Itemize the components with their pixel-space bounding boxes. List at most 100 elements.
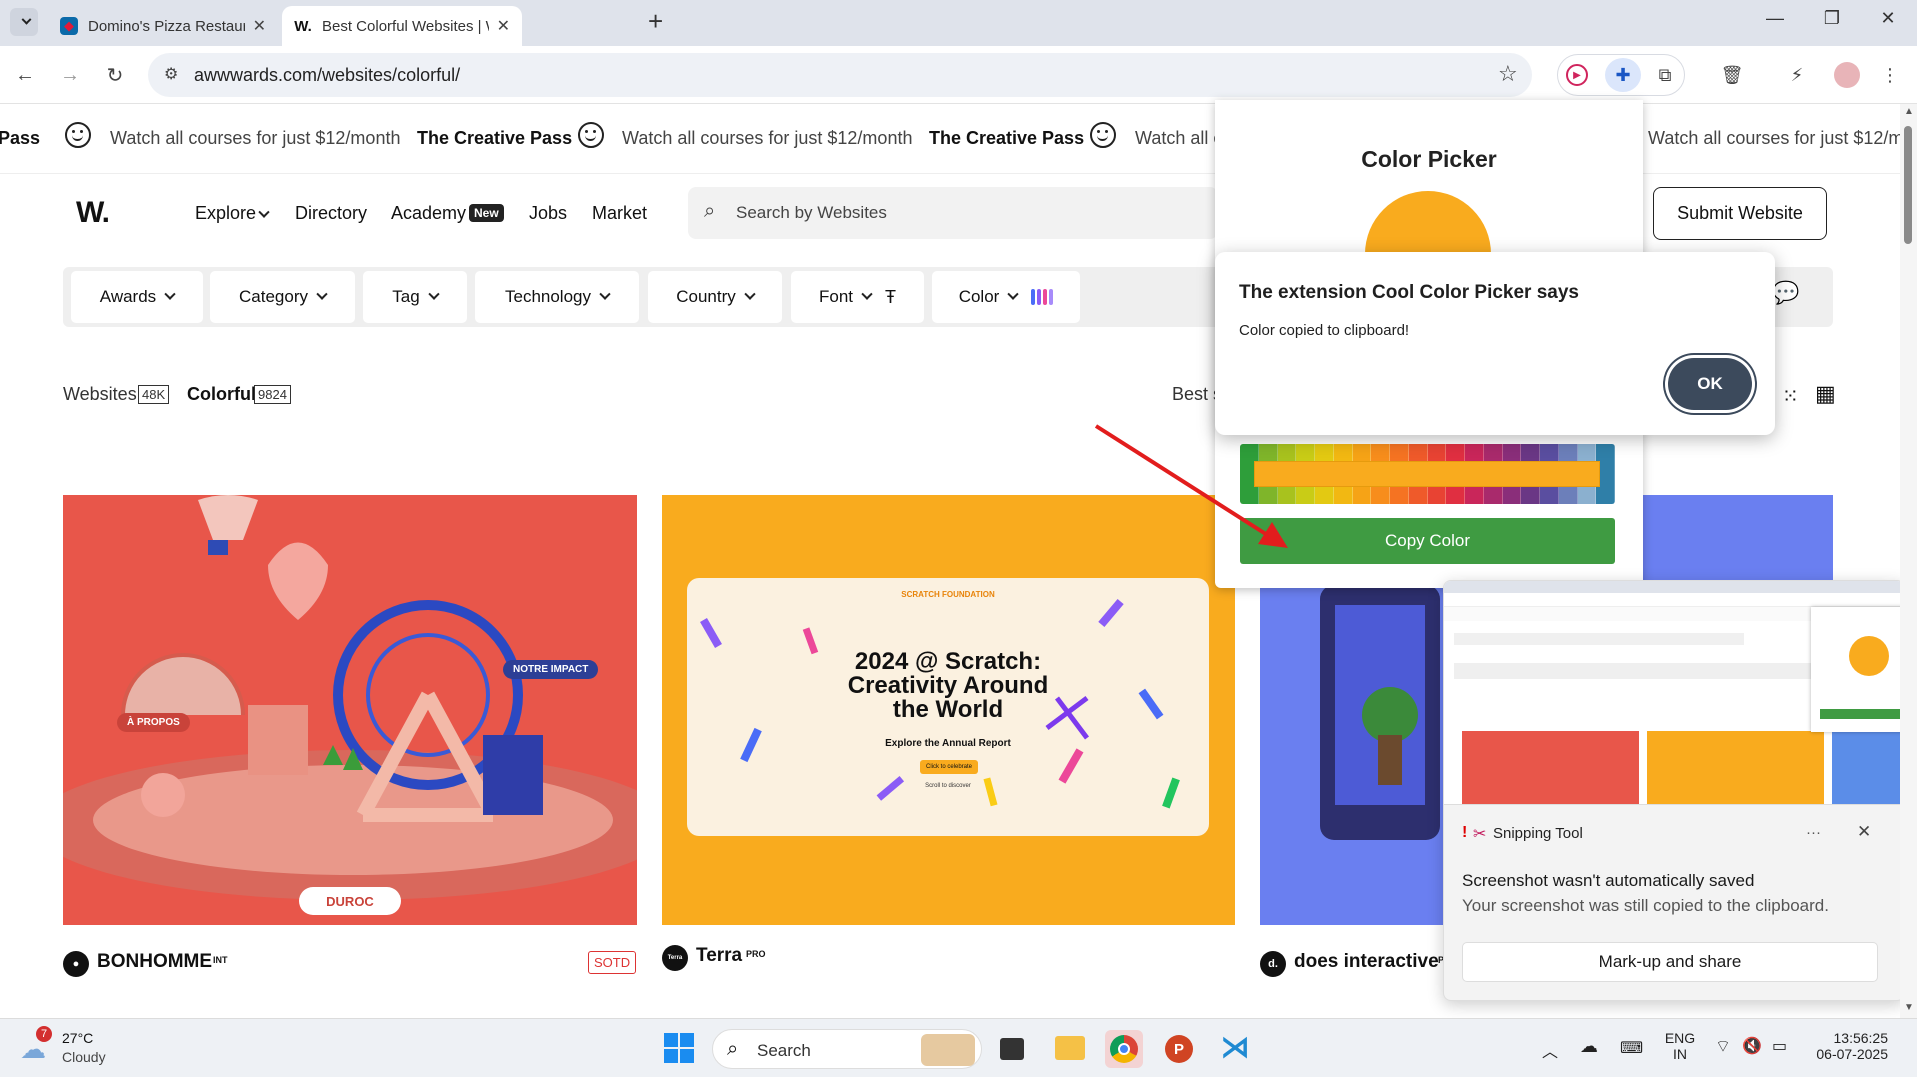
record-extension-icon[interactable]: ▶ xyxy=(1562,60,1592,90)
palette-swatch[interactable] xyxy=(1558,484,1578,504)
address-bar[interactable]: ⚙ awwwards.com/websites/colorful/ ☆ xyxy=(148,53,1532,97)
task-view-icon[interactable] xyxy=(1000,1038,1024,1060)
markup-and-share-button[interactable]: Mark-up and share xyxy=(1462,942,1878,982)
palette-swatch[interactable] xyxy=(1296,484,1315,504)
close-window-icon[interactable]: ✕ xyxy=(1873,8,1903,29)
new-tab-button[interactable]: + xyxy=(648,6,663,37)
site-name-does-interactive[interactable]: does interactive xyxy=(1294,951,1439,973)
awwwards-logo[interactable]: W. xyxy=(76,196,110,230)
keyboard-icon[interactable]: ⌨ xyxy=(1620,1038,1643,1058)
palette-swatch[interactable] xyxy=(1277,484,1297,504)
minimize-icon[interactable]: — xyxy=(1760,8,1790,29)
websites-label[interactable]: Websites xyxy=(63,384,137,405)
filter-country[interactable]: Country xyxy=(648,271,782,323)
bookmark-star-icon[interactable]: ☆ xyxy=(1498,61,1518,87)
weather-temp: 27°C xyxy=(62,1030,94,1046)
nav-directory[interactable]: Directory xyxy=(295,203,367,224)
palette-swatch[interactable] xyxy=(1483,484,1503,504)
site-info-icon[interactable]: ⚙ xyxy=(164,64,178,84)
filter-technology[interactable]: Technology xyxy=(475,271,639,323)
forward-icon[interactable]: → xyxy=(55,60,85,90)
clock[interactable]: 13:56:25 06-07-2025 xyxy=(1808,1030,1888,1062)
palette-swatch[interactable] xyxy=(1465,484,1484,504)
palette-swatch[interactable] xyxy=(1371,484,1390,504)
palette-swatch[interactable] xyxy=(1540,484,1559,504)
filter-label: Country xyxy=(676,287,736,306)
palette-swatch[interactable] xyxy=(1427,484,1447,504)
wifi-icon[interactable]: ⌔ xyxy=(1715,1036,1731,1057)
avatar[interactable]: Terra xyxy=(662,945,688,971)
avatar[interactable] xyxy=(1832,60,1862,90)
palette-swatch[interactable] xyxy=(1577,484,1597,504)
extensions-icon[interactable]: ⧉ xyxy=(1650,60,1680,90)
filter-color[interactable]: Color xyxy=(932,271,1080,323)
avatar[interactable]: d. xyxy=(1260,951,1286,977)
filter-category[interactable]: Category xyxy=(210,271,355,323)
palette-swatch[interactable] xyxy=(1596,484,1615,504)
palette-swatch[interactable] xyxy=(1446,484,1465,504)
palette-swatch[interactable] xyxy=(1408,484,1428,504)
tray-overflow-icon[interactable]: ︿ xyxy=(1542,1038,1558,1062)
file-explorer-icon[interactable] xyxy=(1055,1036,1085,1060)
taskbar-search[interactable]: ⌕ Search xyxy=(712,1029,982,1069)
palette-swatch[interactable] xyxy=(1390,484,1409,504)
site-card-terra[interactable]: SCRATCH FOUNDATION 2024 @ Scratch: Creat… xyxy=(662,495,1235,925)
vscode-icon[interactable]: ⋊ xyxy=(1220,1033,1250,1063)
palette-swatch[interactable] xyxy=(1315,484,1334,504)
onedrive-icon[interactable]: ☁ xyxy=(1580,1036,1598,1057)
close-notification-icon[interactable]: ✕ xyxy=(1857,822,1871,842)
site-card-bonhomme[interactable]: À PROPOS NOTRE IMPACT DUROC xyxy=(63,495,637,925)
palette-swatch[interactable] xyxy=(1240,484,1259,504)
performance-icon[interactable]: ⚡ xyxy=(1782,60,1812,90)
puzzle-extension-icon[interactable]: ✚ xyxy=(1605,58,1641,92)
battery-icon[interactable]: ▭ xyxy=(1772,1036,1787,1056)
avatar[interactable]: ● xyxy=(63,951,89,977)
palette-swatch[interactable] xyxy=(1521,484,1540,504)
close-tab-icon[interactable]: ✕ xyxy=(497,16,510,36)
filter-label: Color xyxy=(958,287,1000,306)
colorful-label[interactable]: Colorful xyxy=(187,384,256,405)
chrome-icon[interactable] xyxy=(1105,1030,1143,1068)
filter-awards[interactable]: Awards xyxy=(71,271,203,323)
site-name-bonhomme[interactable]: BONHOMME xyxy=(97,951,212,973)
back-icon[interactable]: ← xyxy=(10,60,40,90)
chat-icon[interactable]: 💬 xyxy=(1772,280,1799,306)
nav-explore[interactable]: Explore xyxy=(195,203,270,224)
tab-awwwards[interactable]: W. Best Colorful Websites | Web De ✕ xyxy=(282,6,522,46)
snipping-tool-notification xyxy=(1443,580,1905,1001)
scroll-down-icon[interactable]: ▼ xyxy=(1904,1002,1914,1013)
more-options-icon[interactable]: ··· xyxy=(1806,824,1821,841)
nav-market[interactable]: Market xyxy=(592,203,647,224)
filter-tag[interactable]: Tag xyxy=(363,271,467,323)
palette-swatch[interactable] xyxy=(1352,484,1372,504)
language-indicator[interactable]: ENG IN xyxy=(1662,1030,1698,1062)
tab-dominos[interactable]: ◆ Domino's Pizza Restaurant Near ✕ xyxy=(48,6,278,46)
scrollbar-thumb[interactable] xyxy=(1904,126,1912,244)
tab-search-dropdown[interactable] xyxy=(10,8,38,36)
palette-swatch[interactable] xyxy=(1333,484,1353,504)
close-tab-icon[interactable]: ✕ xyxy=(253,16,266,36)
volume-muted-icon[interactable]: 🔇 xyxy=(1742,1036,1762,1056)
site-search-input[interactable]: ⌕ Search by Websites xyxy=(688,187,1218,239)
nav-jobs[interactable]: Jobs xyxy=(529,203,567,224)
site-name-terra[interactable]: Terra xyxy=(696,945,742,967)
menu-kebab-icon[interactable]: ⋮ xyxy=(1875,60,1905,90)
submit-website-button[interactable]: Submit Website xyxy=(1653,187,1827,240)
grid-small-icon[interactable]: ⁙ xyxy=(1782,384,1799,409)
filter-font[interactable]: Font Ŧ xyxy=(791,271,924,323)
screenshot-thumbnail[interactable] xyxy=(1444,581,1904,805)
powerpoint-icon[interactable]: P xyxy=(1165,1035,1193,1063)
color-palette[interactable] xyxy=(1240,444,1615,504)
restore-icon[interactable]: ❐ xyxy=(1817,8,1847,29)
delete-icon[interactable]: 🗑 xyxy=(1717,60,1747,90)
start-button[interactable] xyxy=(664,1033,694,1063)
weather-widget[interactable]: ☁ 7 27°C Cloudy xyxy=(18,1024,128,1072)
scroll-up-icon[interactable]: ▲ xyxy=(1904,106,1914,117)
reload-icon[interactable]: ↻ xyxy=(100,60,130,90)
ok-button[interactable]: OK xyxy=(1668,358,1752,410)
copy-color-button[interactable]: Copy Color xyxy=(1240,518,1615,564)
palette-swatch[interactable] xyxy=(1502,484,1522,504)
nav-academy[interactable]: Academy xyxy=(391,203,466,224)
grid-large-icon[interactable]: ▦ xyxy=(1815,381,1836,407)
palette-swatch[interactable] xyxy=(1258,484,1278,504)
